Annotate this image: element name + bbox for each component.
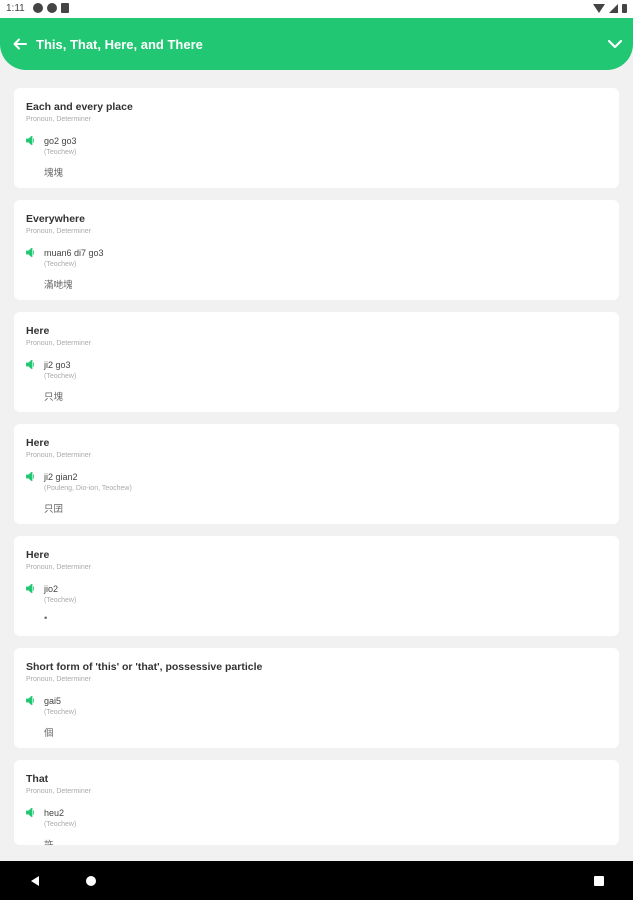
word-romanization: ji2 gian2 <box>44 472 78 482</box>
word-title: Each and every place <box>26 101 133 113</box>
app-header: This, That, Here, and There <box>0 18 633 70</box>
word-dialect: (Teochew) <box>44 709 77 716</box>
nav-home-icon[interactable] <box>86 876 96 886</box>
word-dialect: (Teochew) <box>44 821 77 828</box>
word-type: Pronoun, Determiner <box>26 116 91 123</box>
word-dialect: (Teochew) <box>44 373 77 380</box>
word-romanization: heu2 <box>44 808 65 818</box>
wifi-icon <box>593 4 605 13</box>
word-romanization: gai5 <box>44 696 62 706</box>
word-card[interactable]: Short form of 'this' or 'that', possessi… <box>14 648 619 748</box>
word-dialect: (Pouleng, Dio-ion, Teochew) <box>44 485 132 492</box>
word-title: Here <box>26 549 50 561</box>
word-list: Each and every place Pronoun, Determiner… <box>14 88 619 857</box>
word-romanization: jio2 <box>44 584 59 594</box>
word-romanization: muan6 di7 go3 <box>44 248 104 258</box>
word-native-script: 許 <box>44 837 54 845</box>
speaker-icon[interactable] <box>26 696 36 705</box>
word-type: Pronoun, Determiner <box>26 340 91 347</box>
word-native-script: 塊塊 <box>44 168 64 179</box>
page-title: This, That, Here, and There <box>36 37 203 52</box>
arrow-left-icon[interactable] <box>12 36 28 52</box>
word-type: Pronoun, Determiner <box>26 788 91 795</box>
word-type: Pronoun, Determiner <box>26 452 91 459</box>
sd-card-icon <box>61 3 69 13</box>
speaker-icon[interactable] <box>26 808 36 817</box>
word-card[interactable]: Here Pronoun, Determiner ji2 gian2 (Poul… <box>14 424 619 524</box>
word-dialect: (Teochew) <box>44 597 77 604</box>
word-romanization: ji2 go3 <box>44 360 71 370</box>
status-time: 1:11 <box>6 3 25 14</box>
word-card[interactable]: Here Pronoun, Determiner ji2 go3 (Teoche… <box>14 312 619 412</box>
word-native-script: 個 <box>44 728 54 739</box>
word-type: Pronoun, Determiner <box>26 564 91 571</box>
speaker-icon[interactable] <box>26 360 36 369</box>
speaker-icon[interactable] <box>26 248 36 257</box>
word-native-script: 滿哋塊 <box>44 280 73 291</box>
word-title: Here <box>26 325 50 337</box>
word-title: Short form of 'this' or 'that', possessi… <box>26 661 263 673</box>
speaker-icon[interactable] <box>26 136 36 145</box>
status-notification-icons <box>33 3 69 13</box>
system-nav-bar <box>0 861 633 900</box>
chevron-down-icon[interactable] <box>607 37 623 51</box>
nav-recents-icon[interactable] <box>594 876 604 886</box>
word-title: Here <box>26 437 50 449</box>
word-card[interactable]: Here Pronoun, Determiner jio2 (Teochew) … <box>14 536 619 636</box>
word-title: That <box>26 773 49 785</box>
word-type: Pronoun, Determiner <box>26 676 91 683</box>
signal-icon <box>609 4 618 13</box>
word-card[interactable]: Each and every place Pronoun, Determiner… <box>14 88 619 188</box>
nav-back-icon[interactable] <box>31 876 39 886</box>
word-card[interactable]: Everywhere Pronoun, Determiner muan6 di7… <box>14 200 619 300</box>
word-dialect: (Teochew) <box>44 149 77 156</box>
battery-icon <box>622 4 627 13</box>
word-romanization: go2 go3 <box>44 136 77 146</box>
speaker-icon[interactable] <box>26 472 36 481</box>
word-title: Everywhere <box>26 213 85 225</box>
notification-icon <box>33 3 43 13</box>
word-native-script: 只塊 <box>44 392 64 403</box>
status-bar: 1:11 <box>0 0 633 18</box>
word-dialect: (Teochew) <box>44 261 77 268</box>
notification-icon <box>47 3 57 13</box>
status-system-icons <box>593 4 627 13</box>
speaker-icon[interactable] <box>26 584 36 593</box>
word-type: Pronoun, Determiner <box>26 228 91 235</box>
word-native-script: 只囝 <box>44 504 64 515</box>
word-card[interactable]: That Pronoun, Determiner heu2 (Teochew) … <box>14 760 619 845</box>
word-native-script: • <box>44 613 48 624</box>
